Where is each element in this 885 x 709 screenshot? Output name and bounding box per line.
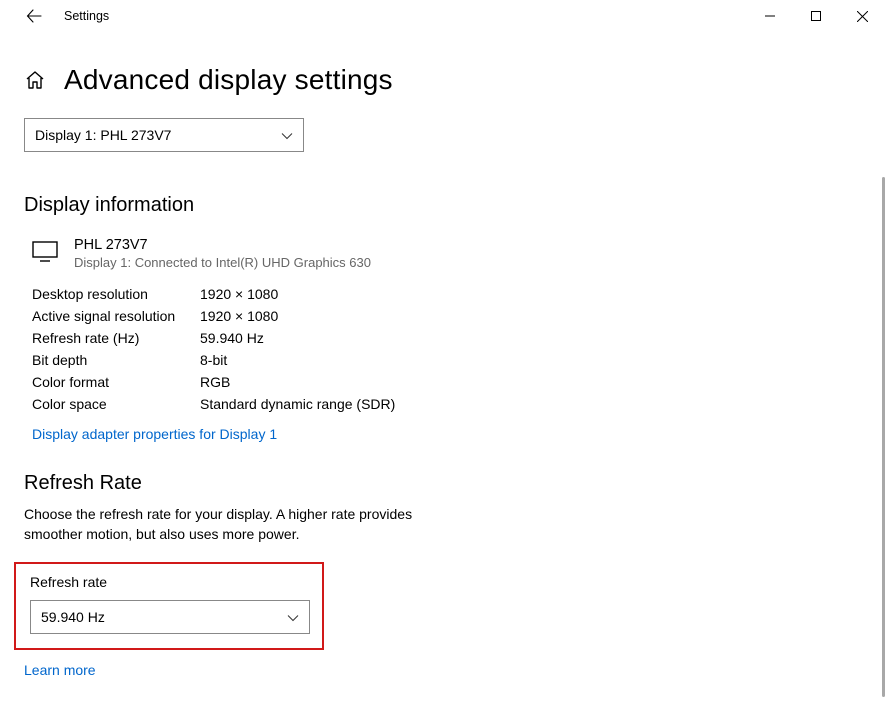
refresh-rate-description: Choose the refresh rate for your display… [24, 505, 424, 544]
refresh-rate-label: Refresh rate [30, 574, 308, 590]
window-controls [747, 1, 885, 31]
info-label: Desktop resolution [32, 286, 200, 302]
refresh-rate-highlight: Refresh rate 59.940 Hz [14, 562, 324, 650]
info-value: 1920 × 1080 [200, 308, 278, 324]
back-button[interactable] [20, 2, 48, 30]
info-value: RGB [200, 374, 230, 390]
info-value: 1920 × 1080 [200, 286, 278, 302]
page-title: Advanced display settings [64, 64, 393, 96]
info-row: Active signal resolution1920 × 1080 [32, 308, 861, 324]
info-row: Color formatRGB [32, 374, 861, 390]
minimize-icon [765, 11, 775, 21]
info-label: Bit depth [32, 352, 200, 368]
refresh-rate-dropdown[interactable]: 59.940 Hz [30, 600, 310, 634]
info-label: Refresh rate (Hz) [32, 330, 200, 346]
monitor-icon [32, 241, 58, 268]
display-info-heading: Display information [24, 194, 861, 217]
back-arrow-icon [26, 8, 42, 24]
titlebar: Settings [0, 0, 885, 32]
monitor-name: PHL 273V7 [74, 237, 371, 253]
display-select-value: Display 1: PHL 273V7 [35, 127, 171, 143]
content-area: Advanced display settings Display 1: PHL… [0, 32, 885, 678]
learn-more-link[interactable]: Learn more [24, 662, 861, 678]
adapter-properties-link[interactable]: Display adapter properties for Display 1 [32, 426, 861, 442]
info-value: 8-bit [200, 352, 227, 368]
maximize-button[interactable] [793, 1, 839, 31]
minimize-button[interactable] [747, 1, 793, 31]
page-header: Advanced display settings [24, 64, 861, 96]
info-row: Refresh rate (Hz)59.940 Hz [32, 330, 861, 346]
info-label: Color format [32, 374, 200, 390]
close-icon [857, 11, 868, 22]
monitor-row: PHL 273V7 Display 1: Connected to Intel(… [24, 237, 861, 270]
display-select-dropdown[interactable]: Display 1: PHL 273V7 [24, 118, 304, 152]
refresh-rate-section: Refresh Rate Choose the refresh rate for… [24, 472, 861, 678]
info-row: Bit depth8-bit [32, 352, 861, 368]
info-value: 59.940 Hz [200, 330, 264, 346]
chevron-down-icon [287, 609, 299, 625]
info-row: Desktop resolution1920 × 1080 [32, 286, 861, 302]
home-icon[interactable] [24, 69, 46, 91]
info-label: Active signal resolution [32, 308, 200, 324]
refresh-rate-heading: Refresh Rate [24, 472, 861, 495]
chevron-down-icon [281, 127, 293, 143]
info-label: Color space [32, 396, 200, 412]
info-row: Color spaceStandard dynamic range (SDR) [32, 396, 861, 412]
maximize-icon [811, 11, 821, 21]
window-title: Settings [64, 9, 109, 23]
refresh-rate-value: 59.940 Hz [41, 609, 105, 625]
info-value: Standard dynamic range (SDR) [200, 396, 395, 412]
monitor-connection: Display 1: Connected to Intel(R) UHD Gra… [74, 255, 371, 270]
close-button[interactable] [839, 1, 885, 31]
display-info-table: Desktop resolution1920 × 1080Active sign… [32, 286, 861, 412]
scrollbar[interactable] [878, 32, 885, 709]
